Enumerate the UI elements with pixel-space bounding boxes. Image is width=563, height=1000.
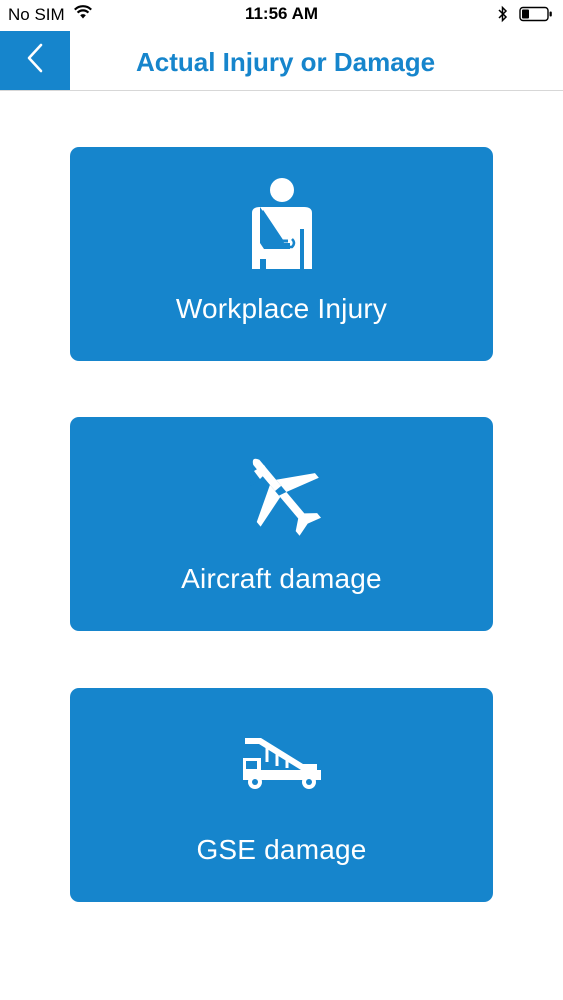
- aircraft-damage-button[interactable]: Aircraft damage: [70, 417, 493, 631]
- nav-bar: Actual Injury or Damage: [0, 31, 563, 91]
- page-title: Actual Injury or Damage: [135, 47, 436, 77]
- workplace-injury-button[interactable]: Workplace Injury: [70, 147, 493, 361]
- workplace-injury-label: Workplace Injury: [175, 293, 388, 324]
- gse-damage-label: GSE damage: [196, 834, 367, 865]
- broken-airplane-icon: [70, 445, 493, 541]
- injured-person-icon: [70, 177, 493, 271]
- chevron-left-icon: [25, 42, 45, 79]
- aircraft-damage-label: Aircraft damage: [181, 563, 382, 594]
- status-time: 11:56 AM: [244, 4, 319, 23]
- gse-damage-button[interactable]: GSE damage: [70, 688, 493, 902]
- screen: No SIM 11:56 AM Actual Injury or Damage …: [0, 0, 563, 1000]
- status-right: [497, 5, 553, 28]
- battery-icon: [519, 6, 553, 27]
- back-button[interactable]: [0, 31, 70, 90]
- stair-truck-icon: [70, 734, 493, 792]
- status-bar: No SIM 11:56 AM: [0, 0, 563, 30]
- bluetooth-icon: [497, 5, 509, 28]
